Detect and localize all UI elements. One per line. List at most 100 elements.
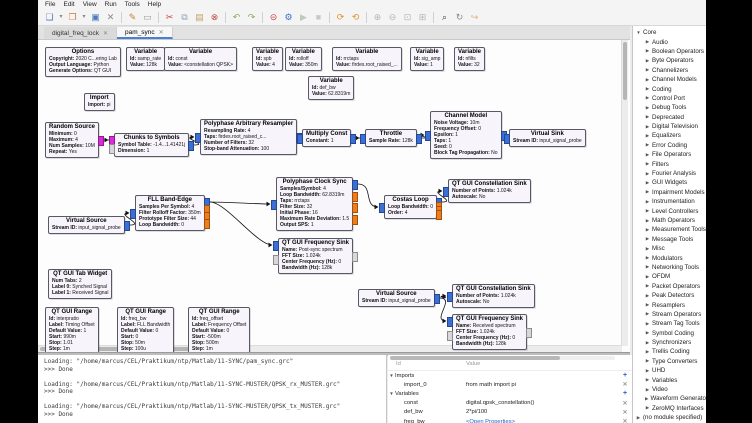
expander-closed-icon[interactable]: ▶ [645,283,650,289]
canvas-vertical-scrollbar[interactable] [621,40,628,346]
expander-closed-icon[interactable]: ▶ [645,114,650,120]
expander-closed-icon[interactable]: ▶ [645,218,650,224]
library-category-impairment-models[interactable]: ▶Impairment Models [633,188,706,197]
variable-row-import_0[interactable]: import_0from math import pi✕ [388,380,632,389]
zoom-in-icon[interactable]: ⊕ [371,11,384,24]
expander-closed-icon[interactable]: ▶ [645,330,650,336]
block-var_rrctaps[interactable]: VariableIdrrctapsValuefirdes.root_raised… [332,47,402,71]
block-qt_range_freq_bw[interactable]: QT GUI RangeIdfreq_bwLabelFLL BandwidthD… [117,307,174,352]
open-file-dropdown-icon[interactable]: ▾ [81,11,87,24]
library-category-peak-detectors[interactable]: ▶Peak Detectors [633,291,706,300]
block-multiply_const[interactable]: Multiply ConstConstant1 [302,129,351,147]
port-complex-in[interactable] [271,200,277,210]
port-float-out[interactable] [352,192,358,202]
copy-icon[interactable]: ⧉ [178,11,191,24]
expander-closed-icon[interactable]: ▶ [645,227,650,233]
wire-pfb_clock_sync-to-costas_loop[interactable] [358,184,378,207]
expander-closed-icon[interactable]: ▶ [645,311,650,317]
expander-closed-icon[interactable]: ▶ [645,377,650,383]
library-category-uhd[interactable]: ▶UHD [633,366,706,375]
port-float-out[interactable] [204,219,210,229]
tab-digital_freq_lock[interactable]: digital_freq_lock✕ [44,27,117,39]
expander-closed-icon[interactable]: ▶ [645,105,650,111]
block-qt_const_sink2[interactable]: QT GUI Constellation SinkNumber of Point… [452,284,535,308]
block-virtual_sink[interactable]: Virtual SinkStream IDinput_signal_probe [509,129,586,147]
library-category-channel-models[interactable]: ▶Channel Models [633,75,706,84]
flowgraph-canvas[interactable]: OptionsCopyright2020 C...ering LabOutput… [38,40,630,352]
block-qt_range_interpratio[interactable]: QT GUI RangeIdinterpratioLabelTiming Off… [45,307,99,352]
port-complex-in[interactable] [425,131,431,141]
library-category-stream-operators[interactable]: ▶Stream Operators [633,310,706,319]
port-complex-out[interactable] [352,180,358,190]
wire-virtual_source2-to-qt_freq_sink2[interactable] [440,298,446,321]
port-complex-out[interactable] [350,134,356,144]
block-options[interactable]: OptionsCopyright2020 C...ering LabOutput… [45,47,121,77]
library-category-deprecated[interactable]: ▶Deprecated [633,113,706,122]
library-category-resamplers[interactable]: ▶Resamplers [633,300,706,309]
library-category-packet-operators[interactable]: ▶Packet Operators [633,282,706,291]
library-category-error-coding[interactable]: ▶Error Coding [633,141,706,150]
port-msg-in[interactable] [109,144,115,154]
close-file-icon[interactable]: ✕ [104,11,117,24]
menu-tools[interactable]: Tools [121,1,144,8]
block-var_sig_amp[interactable]: VariableIdsig_ampValue1 [410,47,444,71]
expander-closed-icon[interactable]: ▶ [645,67,650,73]
block-qt_tab_widget[interactable]: QT GUI Tab WidgetNum Tabs2Label 0Synched… [48,269,112,299]
reload-blocks-icon[interactable]: ↻ [453,11,466,24]
scrollbar-thumb[interactable] [623,42,627,100]
block-qt_const_sink1[interactable]: QT GUI Constellation SinkNumber of Point… [448,179,531,203]
add-entry-button[interactable]: + [618,390,632,397]
library-category-audio[interactable]: ▶Audio [633,37,706,46]
menu-edit[interactable]: Edit [59,1,78,8]
save-file-icon[interactable]: ▣ [89,11,102,24]
errors-icon[interactable]: ⊝ [267,11,280,24]
block-throttle[interactable]: ThrottleSample Rate128k [365,129,417,147]
port-complex-in[interactable] [504,134,510,144]
remove-entry-button[interactable]: ✕ [618,409,632,416]
expander-closed-icon[interactable]: ▶ [645,48,650,54]
kill-icon[interactable]: ■ [312,11,325,24]
library-category-level-controllers[interactable]: ▶Level Controllers [633,206,706,215]
variable-row-freq_bw[interactable]: freq_bw<Open Properties>✕ [388,417,632,423]
port-msg-in[interactable] [273,255,279,265]
library-category-file-operators[interactable]: ▶File Operators [633,150,706,159]
menu-view[interactable]: View [79,1,101,8]
block-var_const[interactable]: VariableIdconstValue<constellation QPSK> [164,47,237,71]
menu-run[interactable]: Run [101,1,121,8]
open-hier-icon[interactable]: ↪ [468,11,481,24]
undo-icon[interactable]: ↶ [230,11,243,24]
port-complex-in[interactable] [443,187,449,197]
library-category-no-module[interactable]: ▶(no module specified) [633,413,706,422]
zoom-original-icon[interactable]: ⊡ [401,11,414,24]
expander-closed-icon[interactable]: ▶ [645,161,650,167]
variable-group-variables[interactable]: ▼Variables+ [388,389,632,398]
expander-closed-icon[interactable]: ▶ [645,171,650,177]
port-complex-in[interactable] [195,133,201,143]
port-msg-out[interactable] [352,252,358,262]
remove-entry-button[interactable]: ✕ [618,418,632,423]
block-import_pi[interactable]: ImportImportpi [84,93,115,111]
execute-icon[interactable]: ▶ [297,11,310,24]
tab-close-icon[interactable]: ✕ [103,30,108,37]
library-category-math-operators[interactable]: ▶Math Operators [633,216,706,225]
expander-closed-icon[interactable]: ▶ [645,77,650,83]
library-category-equalizers[interactable]: ▶Equalizers [633,131,706,140]
remove-entry-button[interactable]: ✕ [618,381,632,388]
block-pfb_arb_resampler[interactable]: Polyphase Arbitrary ResamplerResampling … [200,119,297,155]
library-category-control-port[interactable]: ▶Control Port [633,94,706,103]
block-random_source[interactable]: Random SourceMinimum0Maximum4Num Samples… [45,122,99,158]
library-category-channelizers[interactable]: ▶Channelizers [633,66,706,75]
port-complex-in[interactable] [360,134,366,144]
block-var_nfilts[interactable]: VariableIdnfiltsValue32 [454,47,485,71]
expander-closed-icon[interactable]: ▶ [645,208,650,214]
port-byte-out[interactable] [98,136,104,146]
menu-help[interactable]: Help [144,1,165,8]
expander-open-icon[interactable]: ▼ [388,391,395,396]
block-var_rolloff[interactable]: VariableIdrolloffValue350m [285,47,322,71]
library-category-digital-television[interactable]: ▶Digital Television [633,122,706,131]
port-complex-in[interactable] [379,203,385,213]
port-complex-out[interactable] [434,294,440,304]
port-float-out[interactable] [352,215,358,225]
expander-closed-icon[interactable]: ▶ [645,199,650,205]
open-file-icon[interactable]: ❒ [66,11,79,24]
